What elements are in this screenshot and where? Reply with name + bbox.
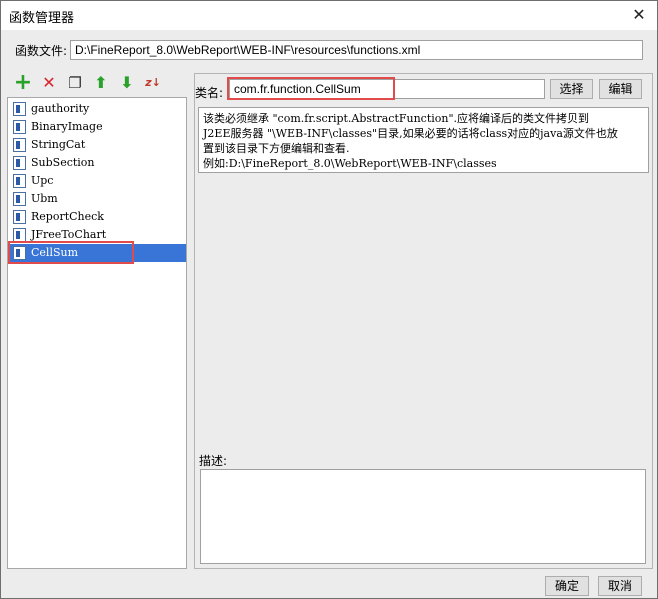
cancel-button[interactable]: 取消	[598, 576, 642, 596]
function-item-label: StringCat	[31, 138, 86, 151]
description-textarea[interactable]	[200, 469, 646, 564]
function-file-icon	[13, 174, 26, 188]
choose-button[interactable]: 选择	[550, 79, 593, 99]
function-item-upc[interactable]: Upc	[9, 172, 186, 190]
function-item-subsection[interactable]: SubSection	[9, 154, 186, 172]
class-info-line: J2EE服务器 "\WEB-INF\classes"目录,如果必要的话将clas…	[203, 127, 618, 140]
function-file-path-field[interactable]: D:\FineReport_8.0\WebReport\WEB-INF\reso…	[70, 40, 643, 60]
move-down-icon[interactable]: ⬇	[117, 73, 137, 93]
function-file-label: 函数文件:	[15, 44, 68, 58]
ok-button[interactable]: 确定	[545, 576, 589, 596]
function-file-icon	[13, 138, 26, 152]
function-item-binaryimage[interactable]: BinaryImage	[9, 118, 186, 136]
class-info-line: 该类必须继承 "com.fr.script.AbstractFunction".…	[203, 112, 590, 125]
class-name-label: 类名:	[195, 86, 224, 100]
function-file-icon	[13, 192, 26, 206]
class-info-line: 置到该目录下方便编辑和查看.	[203, 142, 350, 155]
window-title: 函数管理器	[9, 11, 75, 26]
function-item-label: Ubm	[31, 192, 58, 205]
sort-icon[interactable]: z↓	[143, 73, 163, 93]
function-item-label: gauthority	[31, 102, 90, 115]
function-item-label: SubSection	[31, 156, 95, 169]
edit-button[interactable]: 编辑	[599, 79, 642, 99]
function-file-icon	[13, 102, 26, 116]
function-file-icon	[13, 228, 26, 242]
move-up-icon[interactable]: ⬆	[91, 73, 111, 93]
function-item-ubm[interactable]: Ubm	[9, 190, 186, 208]
add-icon[interactable]: +	[13, 72, 33, 94]
function-file-icon	[13, 210, 26, 224]
function-list: gauthority BinaryImage StringCat SubSect…	[7, 97, 187, 569]
highlight-box-cellsum	[8, 241, 134, 264]
function-item-gauthority[interactable]: gauthority	[9, 100, 186, 118]
function-item-label: ReportCheck	[31, 210, 104, 223]
function-toolbar: + ✕ ❐ ⬆ ⬇ z↓	[11, 72, 191, 95]
function-item-label: Upc	[31, 174, 54, 187]
function-manager-window: 函数管理器 ✕ 函数文件: D:\FineReport_8.0\WebRepor…	[0, 0, 658, 599]
class-detail-panel: 类名: com.fr.function.CellSum 选择 编辑 该类必须继承…	[194, 73, 653, 569]
close-icon[interactable]: ✕	[629, 5, 649, 25]
function-item-label: BinaryImage	[31, 120, 103, 133]
description-label: 描述:	[199, 454, 228, 468]
title-bar: 函数管理器 ✕	[1, 1, 657, 30]
function-item-stringcat[interactable]: StringCat	[9, 136, 186, 154]
function-item-reportcheck[interactable]: ReportCheck	[9, 208, 186, 226]
function-file-row: 函数文件: D:\FineReport_8.0\WebReport\WEB-IN…	[15, 40, 643, 60]
function-file-icon	[13, 120, 26, 134]
delete-icon[interactable]: ✕	[39, 73, 59, 93]
highlight-box-classname	[227, 77, 395, 100]
class-info-text: 该类必须继承 "com.fr.script.AbstractFunction".…	[198, 107, 649, 173]
function-file-icon	[13, 156, 26, 170]
copy-icon[interactable]: ❐	[65, 73, 85, 93]
class-info-line: 例如:D:\FineReport_8.0\WebReport\WEB-INF\c…	[203, 157, 497, 170]
